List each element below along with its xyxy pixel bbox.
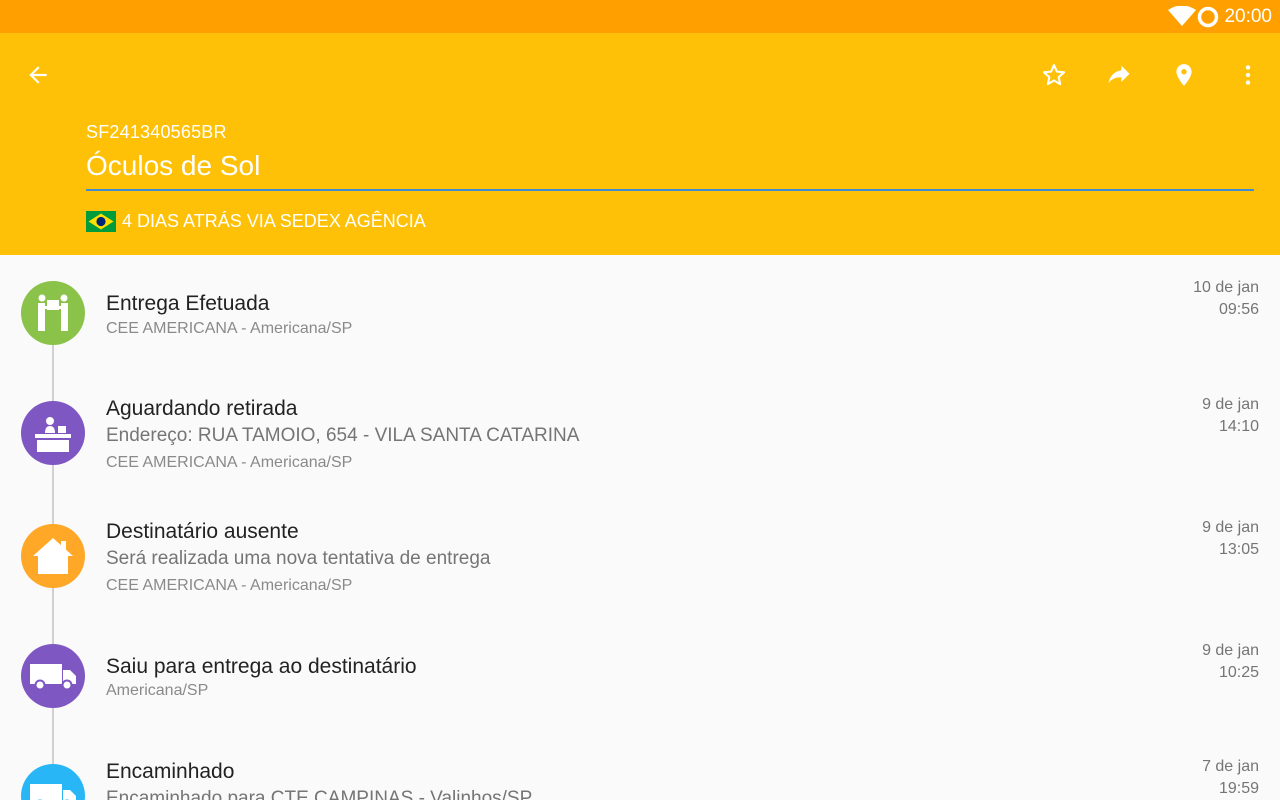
star-outline-icon bbox=[1042, 64, 1066, 86]
event-title: Entrega Efetuada bbox=[106, 292, 270, 315]
event-location: CEE AMERICANA - Americana/SP bbox=[106, 577, 353, 594]
favorite-button[interactable] bbox=[1030, 51, 1078, 99]
event-detail: Será realizada uma nova tentativa de ent… bbox=[106, 548, 491, 569]
more-options-button[interactable] bbox=[1224, 51, 1272, 99]
status-bar: 20:00 bbox=[0, 0, 1280, 33]
tracking-code: SF241340565BR bbox=[86, 122, 227, 142]
event-time: 10:25 bbox=[1218, 664, 1259, 681]
more-vert-icon bbox=[1245, 65, 1251, 85]
truck-icon bbox=[21, 644, 85, 708]
wifi-icon bbox=[1168, 6, 1196, 26]
event-date: 9 de jan bbox=[1202, 396, 1259, 413]
shipment-meta: 4 DIAS ATRÁS VIA SEDEX AGÊNCIA bbox=[86, 209, 426, 233]
location-button[interactable] bbox=[1160, 51, 1208, 99]
brazil-flag-icon bbox=[86, 210, 116, 232]
clock: 20:00 bbox=[1224, 6, 1272, 27]
back-button[interactable] bbox=[14, 51, 62, 99]
event-detail: Encaminhado para CTE CAMPINAS - Valinhos… bbox=[106, 788, 533, 800]
handover-icon bbox=[21, 281, 85, 345]
map-pin-icon bbox=[1176, 64, 1192, 86]
shipment-meta-text: 4 DIAS ATRÁS VIA SEDEX AGÊNCIA bbox=[122, 210, 426, 231]
tracking-event[interactable]: Aguardando retirada Endereço: RUA TAMOIO… bbox=[0, 393, 1280, 503]
event-date: 10 de jan bbox=[1193, 279, 1259, 296]
event-location: Americana/SP bbox=[106, 682, 209, 699]
truck-icon bbox=[21, 764, 85, 800]
house-icon bbox=[21, 524, 85, 588]
event-location: CEE AMERICANA - Americana/SP bbox=[106, 454, 353, 471]
event-location: CEE AMERICANA - Americana/SP bbox=[106, 320, 353, 337]
event-title: Saiu para entrega ao destinatário bbox=[106, 655, 417, 678]
event-title: Encaminhado bbox=[106, 760, 235, 783]
tracking-event[interactable]: Encaminhado Encaminhado para CTE CAMPINA… bbox=[0, 757, 1280, 800]
event-date: 9 de jan bbox=[1202, 519, 1259, 536]
share-arrow-icon bbox=[1108, 65, 1130, 84]
event-time: 14:10 bbox=[1218, 418, 1259, 435]
event-date: 9 de jan bbox=[1202, 642, 1259, 659]
event-detail: Endereço: RUA TAMOIO, 654 - VILA SANTA C… bbox=[106, 425, 580, 446]
app-bar: SF241340565BR Óculos de Sol 4 DIAS ATRÁS… bbox=[0, 33, 1280, 255]
tracking-event[interactable]: Destinatário ausente Será realizada uma … bbox=[0, 516, 1280, 626]
event-title: Aguardando retirada bbox=[106, 397, 298, 420]
sync-status-icon bbox=[1197, 6, 1219, 28]
counter-icon bbox=[21, 401, 85, 465]
package-name-field[interactable]: Óculos de Sol bbox=[86, 145, 1254, 191]
tracking-event[interactable]: Entrega Efetuada CEE AMERICANA - America… bbox=[0, 276, 1280, 376]
tracking-event[interactable]: Saiu para entrega ao destinatário Americ… bbox=[0, 640, 1280, 740]
share-button[interactable] bbox=[1095, 51, 1143, 99]
event-time: 19:59 bbox=[1218, 780, 1259, 797]
event-title: Destinatário ausente bbox=[106, 520, 299, 543]
arrow-back-icon bbox=[29, 66, 47, 84]
event-time: 13:05 bbox=[1218, 541, 1259, 558]
event-time: 09:56 bbox=[1218, 301, 1259, 318]
event-date: 7 de jan bbox=[1202, 758, 1259, 775]
